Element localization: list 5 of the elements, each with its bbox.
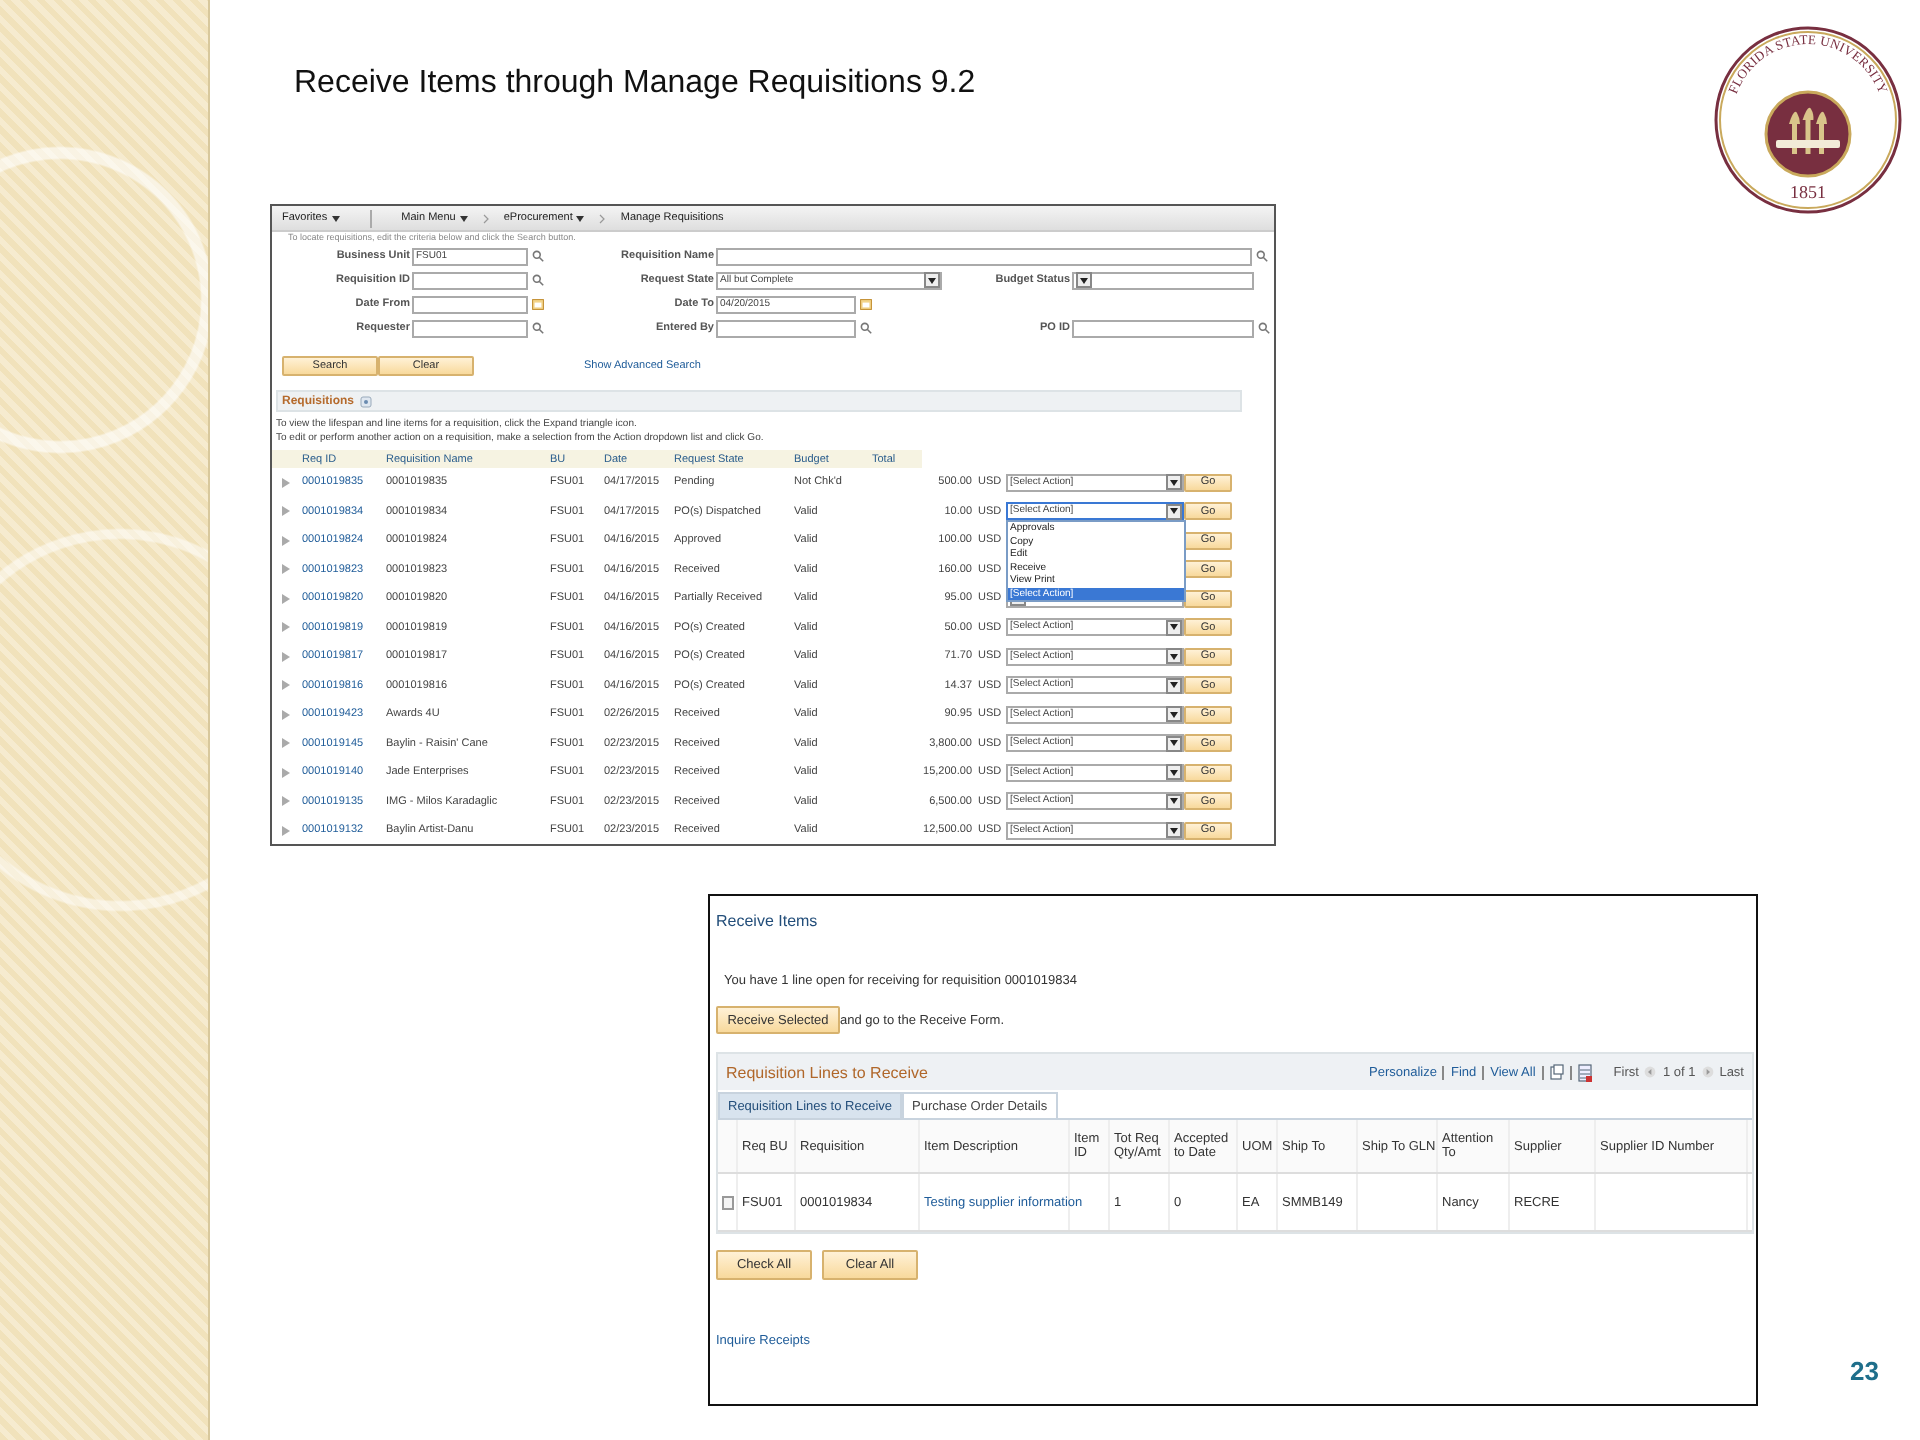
page-number: 23 [1850, 1356, 1879, 1386]
page-title: Receive Items [716, 910, 820, 930]
seal-year: 1851 [1790, 182, 1826, 202]
grid-title: Requisition Lines to Receive [726, 1063, 928, 1081]
slide-title: Receive Items through Manage Requisitions 9.2 [294, 66, 976, 102]
